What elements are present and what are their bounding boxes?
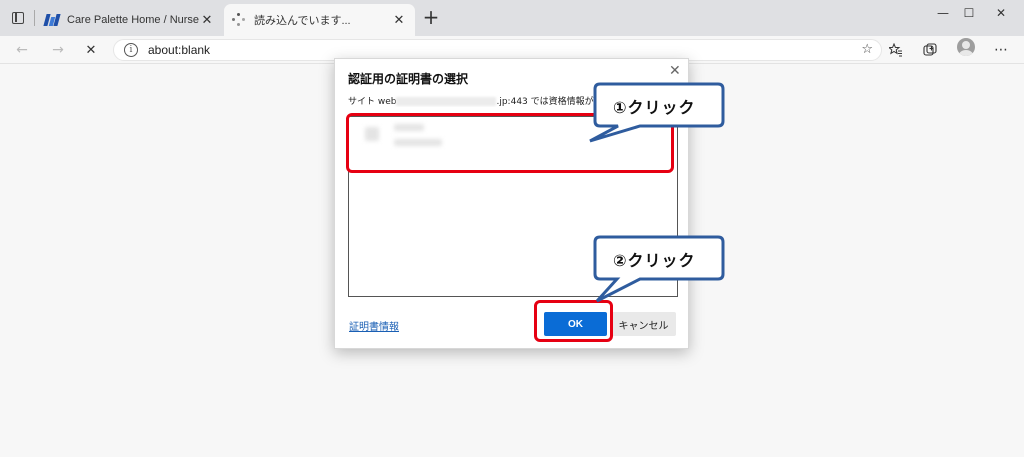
callout-step1-text: ①クリック [613, 98, 696, 117]
callout-shapes [589, 82, 725, 303]
callout-step2-text: ②クリック [613, 251, 696, 270]
